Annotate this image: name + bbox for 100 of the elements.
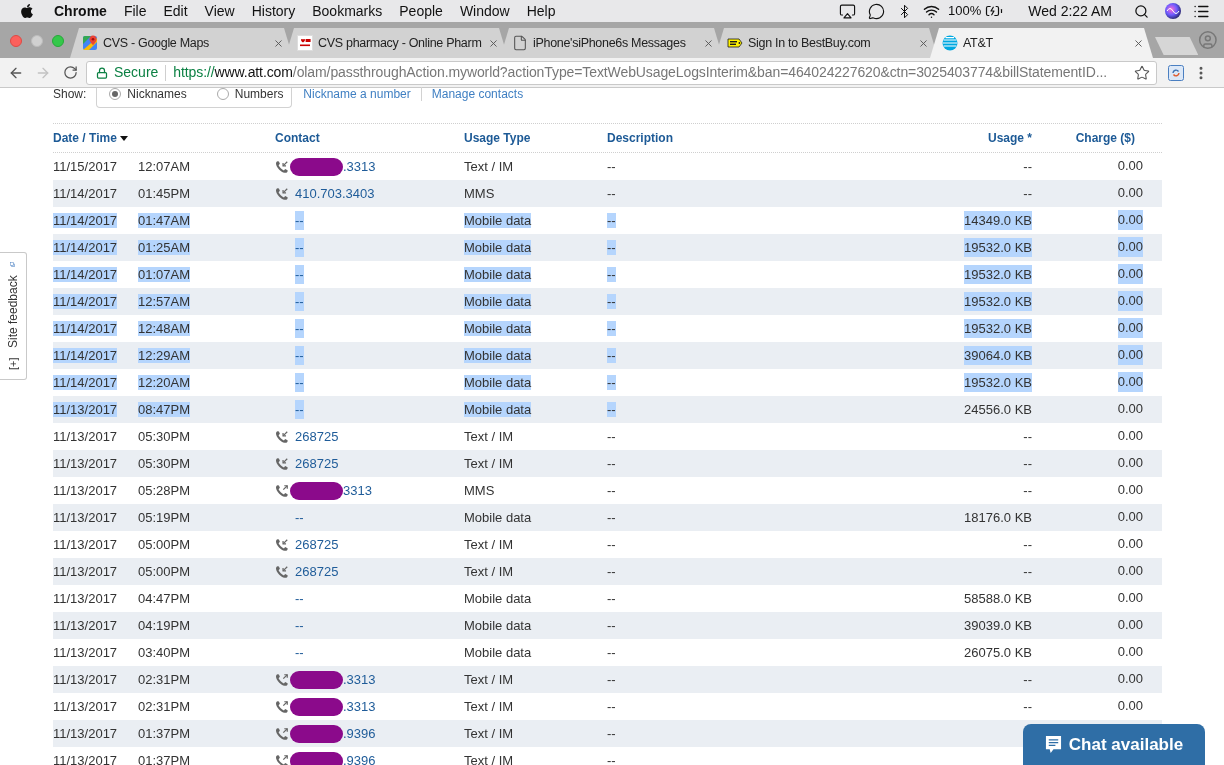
column-header[interactable]: Description (607, 129, 673, 147)
charge-cell-text: 0.00 (1117, 562, 1143, 580)
usage-cell: 14349.0 KB (964, 210, 1032, 231)
description-cell: -- (607, 536, 616, 552)
radio-button[interactable] (109, 88, 122, 100)
contact-link[interactable]: 3313 (343, 480, 372, 501)
browser-tab[interactable]: AT&T (930, 28, 1153, 58)
feedback-tab[interactable]: [+] Site feedback (0, 252, 27, 380)
date-cell: 11/13/2017 (53, 563, 118, 579)
orb-icon[interactable] (1165, 3, 1181, 19)
column-header[interactable]: Charge ($) (1075, 129, 1135, 147)
contact-link[interactable]: .3313 (343, 156, 376, 177)
contact-link[interactable]: -- (295, 345, 304, 366)
charge-cell-text: 0.00 (1117, 508, 1143, 526)
close-icon[interactable] (918, 37, 929, 49)
description-cell: -- (607, 725, 616, 741)
contact-link[interactable]: -- (295, 588, 304, 609)
link[interactable]: Manage contacts (431, 87, 524, 101)
charge-cell: 0.00 (1117, 291, 1143, 311)
apple-icon[interactable] (19, 3, 35, 19)
contact-link[interactable]: .9396 (343, 723, 376, 744)
date-cell: 11/13/2017 (53, 509, 118, 525)
usage-type-cell: Text / IM (464, 752, 514, 765)
contact-link[interactable]: -- (295, 399, 304, 420)
radio-option[interactable]: Nicknames (109, 87, 187, 101)
contact-link[interactable]: -- (295, 507, 304, 528)
date-cell: 11/13/2017 (53, 698, 118, 714)
contact-link[interactable]: 410.703.3403 (295, 183, 375, 204)
description-cell: -- (607, 374, 616, 390)
contact-link[interactable]: -- (295, 237, 304, 258)
usage-type-cell: Text / IM (464, 671, 514, 687)
contact-link[interactable]: .3313 (343, 669, 376, 690)
contact-link[interactable]: -- (295, 264, 304, 285)
contact-link[interactable]: 268725 (295, 534, 339, 555)
time-cell: 05:19PM (138, 509, 191, 525)
date-cell: 11/13/2017 (53, 536, 118, 552)
time-cell: 01:47AM (138, 212, 191, 228)
usage-type-cell: Mobile data (464, 266, 532, 282)
airplay-icon[interactable] (838, 2, 856, 20)
time-cell: 04:19PM (138, 617, 191, 633)
time-cell: 12:29AM (138, 347, 191, 363)
contact-link[interactable]: 268725 (295, 453, 339, 474)
contact-link[interactable]: 268725 (295, 561, 339, 582)
link[interactable]: Nickname a number (303, 87, 411, 101)
menu-item[interactable]: Window (459, 0, 510, 22)
description-cell: -- (607, 752, 616, 765)
contact-link[interactable]: -- (295, 642, 304, 663)
contact-link[interactable]: -- (295, 615, 304, 636)
close-icon[interactable] (703, 37, 714, 49)
menu-item[interactable]: View (204, 0, 235, 22)
tab-title: Sign In to BestBuy.com (748, 34, 871, 52)
close-icon[interactable] (1133, 37, 1144, 49)
clock[interactable]: Wed 2:22 AM (1028, 0, 1112, 22)
menu-item[interactable]: History (251, 0, 296, 22)
star-icon[interactable] (1134, 64, 1150, 81)
date-cell: 11/13/2017 (53, 725, 118, 741)
radio-button[interactable] (216, 88, 229, 100)
time-cell: 05:30PM (138, 428, 191, 444)
time-cell: 05:00PM (138, 563, 191, 579)
column-header[interactable]: Contact (275, 129, 320, 147)
address-bar[interactable]: Secure https://www.att.com/olam/passthroughAction.myworld?actionType=TextWebUsageLogsInterim&ban=464024227620&ctn=3025403774&billStatementID... (86, 60, 1157, 85)
charge-cell-text: 0.00 (1117, 400, 1143, 418)
contact-link[interactable]: -- (295, 318, 304, 339)
menu-item[interactable]: Bookmarks (312, 0, 383, 22)
usage-type-cell: Text / IM (464, 428, 514, 444)
menu-item[interactable]: Edit (163, 0, 188, 22)
usage-type-cell: Mobile data (464, 509, 532, 525)
search-icon[interactable] (1134, 3, 1149, 19)
charge-cell: 0.00 (1117, 345, 1143, 365)
usage-type-cell: Mobile data (464, 293, 532, 309)
contact-link[interactable]: .3313 (343, 696, 376, 717)
tab-title: CVS pharmacy - Online Pharm (318, 34, 482, 52)
menu-item[interactable]: Chrome (54, 0, 107, 22)
menu-item[interactable]: People (399, 0, 443, 22)
time-cell: 02:31PM (138, 698, 191, 714)
extension-icon[interactable] (1168, 64, 1184, 81)
column-header[interactable]: Usage * (987, 129, 1032, 147)
reload-icon[interactable] (63, 65, 78, 80)
usage-type-cell: Mobile data (464, 239, 532, 255)
contact-link[interactable]: .9396 (343, 750, 376, 765)
date-cell: 11/13/2017 (53, 617, 118, 633)
contact-link[interactable]: -- (295, 372, 304, 393)
usage-cell-text: -- (1023, 670, 1032, 689)
column-header[interactable]: Date / Time (53, 129, 117, 147)
speech-bubble-icon[interactable] (867, 2, 885, 20)
chat-button[interactable]: Chat available (1023, 724, 1205, 765)
contact-link[interactable]: -- (295, 210, 304, 231)
menu-item[interactable]: Help (526, 0, 556, 22)
menu-item[interactable]: File (123, 0, 147, 22)
contact-link[interactable]: 268725 (295, 426, 339, 447)
close-icon[interactable] (273, 37, 284, 49)
description-cell: -- (607, 698, 616, 714)
description-cell: -- (607, 185, 616, 201)
usage-cell-text: 39039.0 KB (964, 616, 1032, 635)
description-cell: -- (607, 509, 616, 525)
close-icon[interactable] (488, 37, 499, 49)
radio-option[interactable]: Numbers (216, 87, 284, 101)
column-header[interactable]: Usage Type (464, 129, 531, 147)
contact-link[interactable]: -- (295, 291, 304, 312)
lock-icon (96, 66, 108, 79)
